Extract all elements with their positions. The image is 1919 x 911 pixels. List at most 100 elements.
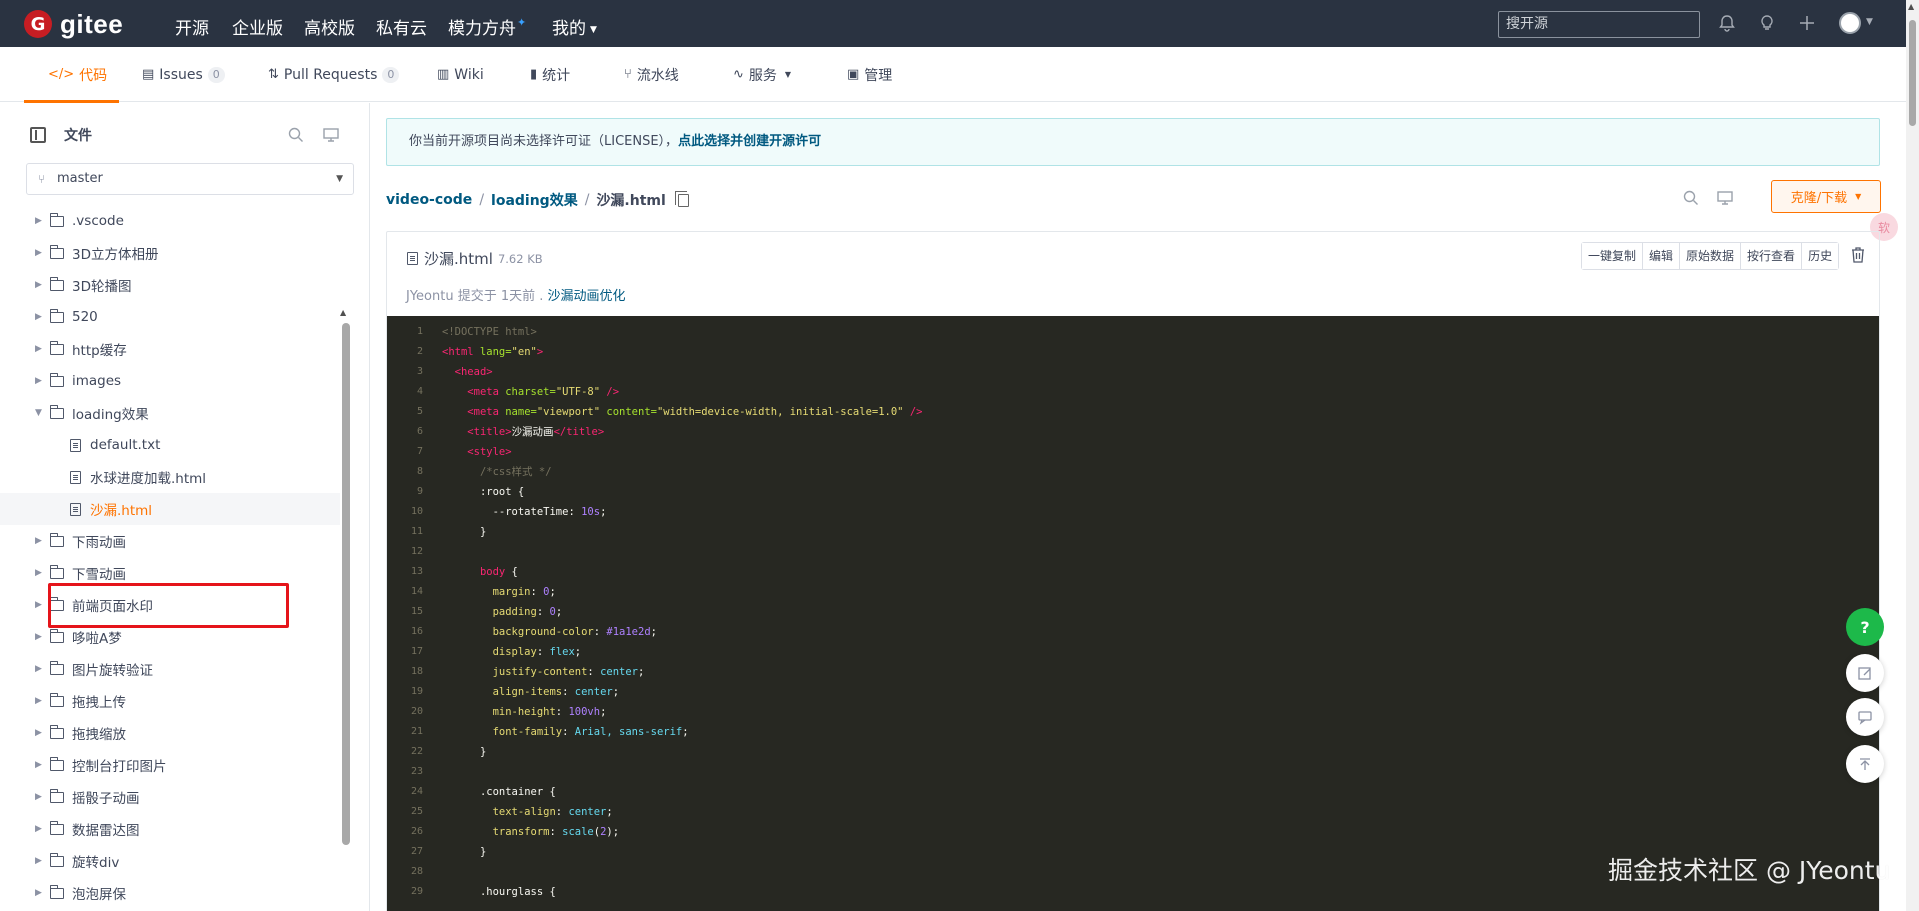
page-scrollbar-track[interactable] — [1906, 0, 1919, 911]
breadcrumb-file: 沙漏.html — [596, 193, 666, 209]
code-token: name= — [498, 406, 537, 418]
tree-item-folder[interactable]: ▶ 图片旋转验证 — [0, 653, 340, 685]
code-token: "UTF-8" — [555, 386, 601, 398]
line-number: 5 — [416, 406, 423, 417]
tree-item-folder[interactable]: ▶ 控制台打印图片 — [0, 749, 340, 781]
chevron-down-icon[interactable]: ▼ — [1866, 17, 1873, 27]
tab-pull-requests[interactable]: ⇅ Pull Requests 0 — [268, 47, 400, 102]
copy-icon[interactable] — [674, 190, 689, 207]
line-number: 7 — [416, 446, 423, 457]
tab-issues[interactable]: ▤ Issues 0 — [142, 47, 225, 102]
code-token: #1a1e2d — [606, 626, 651, 638]
tree-item-file-selected[interactable]: 沙漏.html — [0, 493, 340, 525]
tree-item-folder[interactable]: ▶ 拖拽上传 — [0, 685, 340, 717]
tab-service[interactable]: ∿ 服务 ▼ — [733, 47, 791, 102]
code-line: 16 background-color: #1a1e2d; — [387, 622, 1879, 642]
folder-icon — [50, 276, 64, 291]
tree-item-folder[interactable]: ▶ 旋转div — [0, 845, 340, 877]
line-number: 6 — [416, 426, 423, 437]
raw-button[interactable]: 原始数据 — [1680, 243, 1742, 269]
code-text: --rotateTime: 10s; — [492, 506, 607, 518]
tree-item-label: 拖拽缩放 — [72, 727, 126, 743]
folder-icon — [50, 820, 64, 835]
tree-item-folder[interactable]: ▶ 下雨动画 — [0, 525, 340, 557]
edit-button[interactable]: 编辑 — [1643, 243, 1681, 269]
search-icon[interactable] — [1682, 189, 1700, 207]
user-avatar[interactable] — [1839, 12, 1861, 34]
tab-manage[interactable]: ▣ 管理 — [847, 47, 892, 102]
file-tree: ▶ .vscode ▶ 3D立方体相册 ▶ 3D轮播图 ▶ 520 ▶ http缓存 ▶ i… — [0, 205, 340, 909]
commit-message[interactable]: 沙漏动画优化 — [548, 289, 626, 304]
tree-item-folder[interactable]: ▶ 数据雷达图 — [0, 813, 340, 845]
feedback-button[interactable] — [1846, 654, 1884, 692]
tree-item-folder[interactable]: ▶ 摇骰子动画 — [0, 781, 340, 813]
code-text: } — [442, 842, 486, 862]
branch-select[interactable]: ⑂ master ▼ — [26, 163, 354, 195]
help-button[interactable]: ? — [1846, 608, 1884, 646]
breadcrumb-repo[interactable]: video-code — [386, 192, 472, 208]
tree-item-folder-open[interactable]: ▼ loading效果 — [0, 397, 340, 429]
sidebar-scrollbar-thumb[interactable] — [342, 323, 350, 845]
search-icon[interactable] — [287, 126, 305, 144]
history-button[interactable]: 历史 — [1802, 243, 1839, 269]
page-scrollbar-thumb[interactable] — [1909, 20, 1916, 126]
code-text: <meta charset="UTF-8" /> — [442, 382, 619, 402]
code-text: .container { — [442, 782, 556, 802]
code-token: > — [536, 346, 544, 358]
chevron-right-icon: ▶ — [35, 280, 42, 290]
file-icon — [407, 252, 418, 265]
tab-code[interactable]: </> 代码 — [48, 47, 107, 102]
blame-button[interactable]: 按行查看 — [1741, 243, 1803, 269]
license-create-link[interactable]: 点此选择并创建开源许可 — [678, 134, 821, 149]
lightbulb-icon[interactable] — [1756, 12, 1778, 34]
top-search-input[interactable]: 搜开源 — [1498, 11, 1700, 38]
commit-author[interactable]: JYeontu — [406, 289, 454, 304]
tree-item-folder[interactable]: ▶ 3D轮播图 — [0, 269, 340, 301]
folder-icon — [50, 884, 64, 899]
tree-item-label: loading效果 — [72, 407, 149, 423]
tree-item-folder[interactable]: ▶ 3D立方体相册 — [0, 237, 340, 269]
nav-education[interactable]: 高校版 — [304, 14, 355, 39]
bell-icon[interactable] — [1716, 12, 1738, 34]
nav-open-source[interactable]: 开源 — [175, 14, 209, 39]
scroll-up-arrow[interactable]: ▲ — [1908, 2, 1914, 11]
code-text: transform: scale(2); — [492, 826, 620, 838]
commit-meta: 提交于 1天前 . — [457, 289, 544, 304]
tab-pipeline[interactable]: ⑂ 流水线 — [624, 47, 679, 102]
monitor-icon[interactable] — [322, 126, 340, 144]
tab-wiki[interactable]: ▥ Wiki — [437, 47, 484, 102]
nav-private-cloud[interactable]: 私有云 — [376, 14, 427, 39]
trash-icon[interactable] — [1850, 246, 1866, 264]
tree-item-folder[interactable]: ▶ 泡泡屏保 — [0, 877, 340, 909]
line-number: 4 — [416, 386, 423, 397]
tree-item-file[interactable]: default.txt — [0, 429, 340, 461]
scroll-up-arrow[interactable]: ▲ — [340, 308, 346, 317]
code-line: 13 body { — [387, 562, 1879, 582]
clone-download-button[interactable]: 克隆/下载 ▼ — [1771, 180, 1881, 213]
code-token: content= — [600, 406, 657, 418]
gitee-logo[interactable]: G gitee — [24, 9, 123, 39]
tree-item-folder[interactable]: ▶ 520 — [0, 301, 340, 333]
breadcrumb-folder[interactable]: loading效果 — [491, 190, 578, 210]
nav-enterprise[interactable]: 企业版 — [232, 14, 283, 39]
tree-item-folder[interactable]: ▶ .vscode — [0, 205, 340, 237]
tab-service-label: 服务 — [748, 67, 777, 84]
help-icon: ? — [1860, 617, 1870, 637]
nav-moli-fangzhou[interactable]: 模力方舟✦ — [448, 14, 526, 39]
folder-icon — [50, 692, 64, 707]
back-to-top-button[interactable] — [1846, 745, 1884, 783]
copy-all-button[interactable]: 一键复制 — [1582, 243, 1644, 269]
comment-button[interactable] — [1846, 698, 1884, 736]
chevron-right-icon: ▶ — [35, 760, 42, 770]
plus-icon[interactable] — [1796, 12, 1818, 34]
sidebar-toggle-icon[interactable] — [30, 127, 46, 143]
monitor-icon[interactable] — [1716, 189, 1734, 207]
tab-stats[interactable]: ▮ 统计 — [530, 47, 570, 102]
code-token: } — [479, 526, 487, 538]
code-line: 20 min-height: 100vh; — [387, 702, 1879, 722]
tree-item-folder[interactable]: ▶ images — [0, 365, 340, 397]
nav-mine[interactable]: 我的 ▼ — [552, 14, 597, 39]
tree-item-folder[interactable]: ▶ http缓存 — [0, 333, 340, 365]
tree-item-file[interactable]: 水球进度加载.html — [0, 461, 340, 493]
tree-item-folder[interactable]: ▶ 拖拽缩放 — [0, 717, 340, 749]
